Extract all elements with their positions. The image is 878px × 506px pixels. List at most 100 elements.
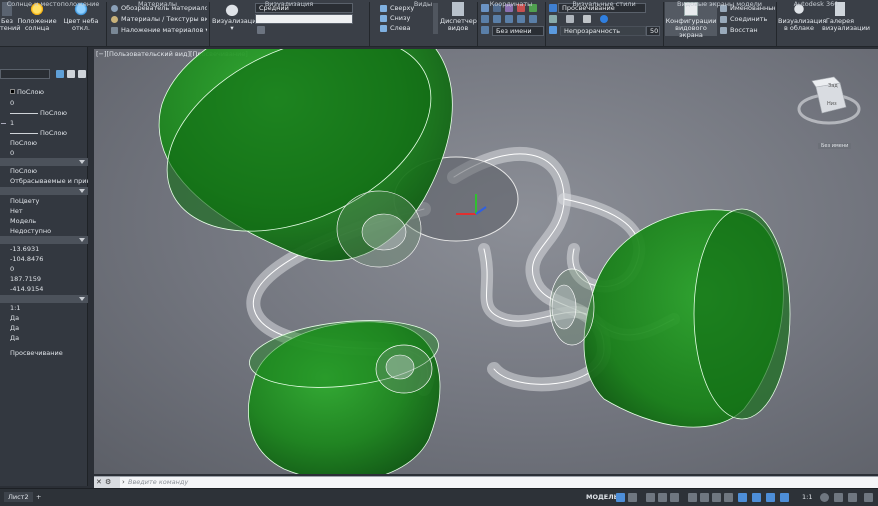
glass-shade-top-left [158,49,453,268]
add-layout-button[interactable]: + [32,492,45,502]
prop-center-z[interactable]: 0 [0,265,88,274]
prop-lineweight[interactable]: ПоСлою [0,129,88,138]
prop-plot-style[interactable]: ПоЦвету [0,197,88,206]
collapse-icon [79,160,85,164]
ucs-face-icon[interactable] [517,15,525,23]
tab-layout2[interactable]: Лист2 [4,492,33,502]
apply-material-icon [111,26,118,34]
grid-icon[interactable] [616,493,625,502]
pickadd-icon[interactable] [78,70,86,78]
selection-filter-select[interactable] [0,69,50,79]
prop-ucs-per-viewport[interactable]: Да [0,334,88,343]
customize-menu-icon[interactable] [864,493,873,502]
render-window-icon[interactable] [257,26,265,34]
viewcube-front-label[interactable]: Низ [827,101,837,107]
apply-materials-button[interactable]: Наложение материалов ▾ [111,25,207,35]
isodraft-icon[interactable] [670,493,679,502]
section-3d-visualization[interactable] [0,158,88,166]
isolate-icon[interactable] [848,493,857,502]
prop-material[interactable]: ПоСлою [0,167,88,176]
prop-annotation-scale[interactable]: 1:1 [0,304,88,313]
materials-textures-button[interactable]: Материалы / Текстуры вкл. ▾ [111,14,207,24]
auto-scale-icon[interactable] [780,493,789,502]
ucs-named-icon[interactable] [481,26,489,34]
opacity-label: Непрозрачность [560,26,646,36]
ortho-icon[interactable] [646,493,655,502]
prop-ucs-at-origin[interactable]: Да [0,324,88,333]
view-bottom-button[interactable]: Снизу [380,13,432,23]
prop-shadow-display[interactable]: Отбрасываемые и прини... [0,177,88,186]
restore-viewports-button[interactable]: Восстан [720,25,775,35]
prop-attached-to[interactable]: Модель [0,217,88,226]
dynamic-ucs-icon[interactable] [752,493,761,502]
prop-thickness[interactable]: 0 [0,149,88,158]
viewcube-top-label[interactable]: Зад [828,83,838,89]
lineweight-icon[interactable] [700,493,709,502]
ucs-view-icon[interactable] [493,15,501,23]
prop-transparency[interactable]: ПоСлою [0,139,88,148]
prop-ucs-icon-on[interactable]: Да [0,314,88,323]
prop-layer-value[interactable]: 0 [0,99,88,108]
command-prompt-icon: › [122,478,125,486]
collapse-icon [79,238,85,242]
prop-center-y[interactable]: -104.8476 [0,255,88,264]
prop-linetype-scale[interactable]: 1 [0,119,88,128]
ucs-name-select[interactable]: Без имени [492,26,544,36]
annotation-scale[interactable]: 1:1 [798,492,816,502]
dropdown-arrow-icon[interactable]: ▾ [203,26,207,34]
prop-plot-table[interactable]: Нет [0,207,88,216]
prop-plot-type[interactable]: Недоступно [0,227,88,236]
panel-title-render[interactable]: Визуализация [209,0,369,9]
prop-center-x[interactable]: -13.6931 [0,245,88,254]
panel-title-sun[interactable]: Солнце и местоположение [0,0,106,9]
edge-icon[interactable] [549,15,557,23]
prop-visual-style[interactable]: Просвечивание [0,349,88,358]
command-line-controls: ✕ ⚙ [94,477,120,488]
panel-title-visual-styles[interactable]: Визуальные стили [545,0,663,9]
section-misc[interactable] [0,295,88,303]
wcs-menu[interactable]: Без имени [818,143,852,149]
panel-title-materials[interactable]: Материалы [106,0,209,9]
render-size-input[interactable] [255,14,353,24]
prop-width[interactable]: -414.9154 [0,285,88,294]
quick-select-icon[interactable] [56,70,64,78]
ucs-object-icon[interactable] [505,15,513,23]
panel-title-views[interactable]: Виды [369,0,477,9]
drawing-viewport[interactable]: [−][Пользовательский вид][Просвечивание] [94,49,878,474]
dropdown-arrow-icon[interactable]: ▾ [212,25,252,32]
face-color-icon[interactable] [600,15,608,23]
prop-height[interactable]: 187.7159 [0,275,88,284]
select-objects-icon[interactable] [67,70,75,78]
panel-title-viewports[interactable]: Видовые экраны модели [663,0,776,9]
restore-viewports-icon [720,26,727,34]
opacity-value-input[interactable]: 50 [646,26,660,36]
3d-osnap-icon[interactable] [738,493,747,502]
panel-title-a360[interactable]: Autodesk 360 [776,0,856,9]
polar-icon[interactable] [658,493,667,502]
plus-icon[interactable] [834,493,843,502]
command-line[interactable]: ✕ ⚙ › Введите команду [94,476,878,488]
section-plot-style[interactable] [0,187,88,195]
transparency-icon[interactable] [712,493,721,502]
ucs-3point-icon[interactable] [529,15,537,23]
print-icon[interactable] [566,15,574,23]
view-left-button[interactable]: Слева [380,23,432,33]
panel-title-coordinates[interactable]: Координаты [477,0,545,9]
view-left-icon [380,24,387,32]
command-input[interactable]: Введите команду [128,478,188,486]
close-icon[interactable]: ✕ [96,478,102,486]
ucs-axis-icon[interactable] [481,15,489,23]
workspace-gear-icon[interactable] [820,493,829,502]
annotation-visibility-icon[interactable] [766,493,775,502]
prop-color[interactable]: ПоСлою [0,88,88,97]
join-viewports-button[interactable]: Соединить [720,14,775,24]
shade-icon[interactable] [583,15,591,23]
settings-icon[interactable]: ⚙ [105,478,111,486]
section-view[interactable] [0,236,88,244]
prop-linetype[interactable]: ПоСлою [0,109,88,118]
object-snap-icon[interactable] [688,493,697,502]
snap-icon[interactable] [628,493,637,502]
collapse-icon [79,189,85,193]
selection-cycling-icon[interactable] [724,493,733,502]
3d-model-scene [158,49,861,474]
